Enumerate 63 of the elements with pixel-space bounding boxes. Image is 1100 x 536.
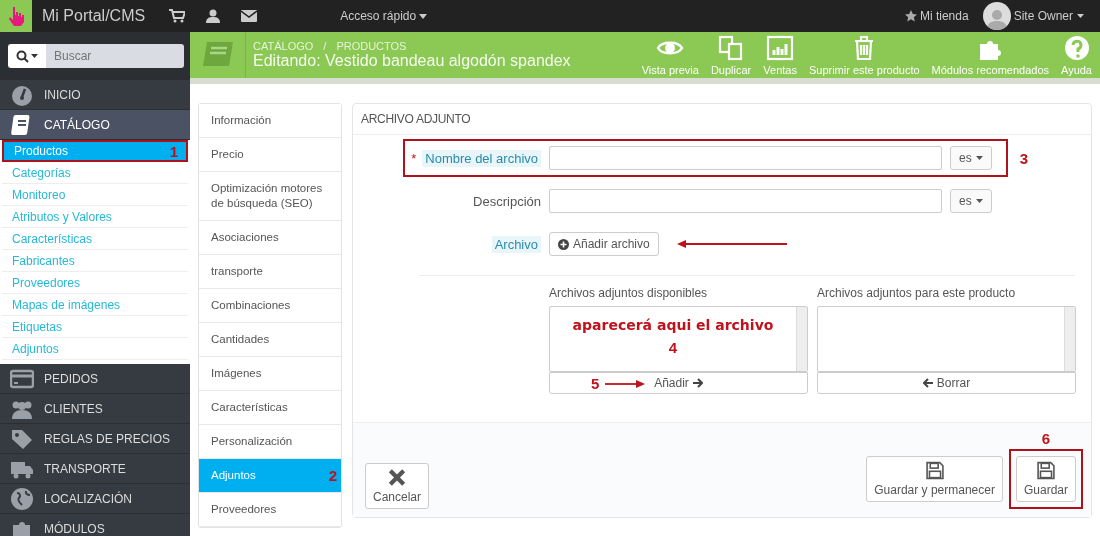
annotation-number: 3 [1019, 149, 1029, 167]
sidebar-item[interactable]: TRANSPORTE [0, 454, 190, 484]
save-button[interactable]: Guardar y permanecer [866, 456, 1003, 502]
cart-icon[interactable] [169, 9, 186, 23]
save-button[interactable]: Guardar [1015, 456, 1076, 502]
breadcrumb-separator: / [323, 40, 327, 52]
cancel-button[interactable]: Cancelar [365, 463, 430, 509]
language-dropdown[interactable]: es [950, 189, 992, 213]
hand-icon[interactable] [0, 0, 32, 32]
close-icon [387, 468, 407, 487]
required-mark: * [411, 150, 417, 166]
sidebar-item[interactable]: PEDIDOS [0, 364, 190, 394]
caret-icon [975, 199, 983, 203]
globe-icon [10, 486, 34, 511]
scrollbar[interactable] [1064, 307, 1075, 371]
user-menu[interactable]: Site Owner [1013, 9, 1084, 23]
annotation-arrow [605, 378, 646, 389]
arrow-left-icon [922, 378, 933, 388]
page-title: Editando: Vestido bandeau algodón spandex [253, 52, 572, 70]
avatar-icon[interactable] [982, 2, 1011, 30]
sidebar-item[interactable]: LOCALIZACIÓN [0, 484, 190, 514]
search-icon [16, 49, 29, 63]
envelope-icon[interactable] [241, 10, 258, 22]
remove-button[interactable]: Borrar [817, 372, 1076, 394]
shop-link[interactable]: Mi tienda [919, 9, 969, 23]
list-title: Archivos adjuntos para este producto [817, 286, 1017, 300]
field-label: Nombre del archivo [422, 149, 541, 167]
panel-title: ARCHIVO ADJUNTO [353, 104, 1091, 135]
field-label: Descripción [473, 193, 541, 209]
sidebar-item[interactable]: REGLAS DE PRECIOS [0, 424, 190, 454]
arrow-right-icon [692, 378, 703, 388]
list-title: Archivos adjuntos disponibles [549, 286, 709, 300]
text-field[interactable] [549, 189, 942, 213]
quick-access-menu[interactable]: Acceso rápido [334, 8, 434, 24]
annotation-number: 1 [169, 142, 178, 160]
bar-chart-icon [766, 34, 795, 62]
user-icon[interactable] [206, 9, 221, 23]
search-field[interactable]: Buscar [46, 44, 184, 68]
annotation-text: aparecerá aqui el archivo [572, 317, 774, 333]
brand-name: Mi Portal/CMS [42, 7, 146, 25]
annotation-number: 4 [668, 339, 678, 356]
caret-icon [419, 13, 428, 19]
tab[interactable]: Información [199, 104, 341, 138]
list-box[interactable] [817, 306, 1076, 372]
scrollbar[interactable] [796, 307, 807, 371]
caret-icon [1077, 14, 1084, 18]
field-label: Archivo [491, 235, 541, 253]
caret-icon [31, 54, 38, 58]
sidebar-item[interactable]: CLIENTES [0, 394, 190, 424]
annotation-number: 5 [591, 375, 600, 392]
caret-icon [975, 156, 983, 160]
annotation-number: 2 [328, 468, 337, 483]
annotation-number: 6 [1041, 430, 1051, 447]
add-file-button[interactable]: Añadir archivo [549, 232, 659, 256]
plus-circle-icon [558, 238, 569, 250]
search-button[interactable] [8, 44, 46, 68]
list-box[interactable]: aparecerá aqui el archivo 4 [549, 306, 808, 372]
language-dropdown[interactable]: es [950, 146, 992, 170]
sidebar-item[interactable]: CATÁLOGO [0, 110, 190, 140]
save-icon [1034, 461, 1058, 480]
sidebar-item[interactable]: MÓDULOS [0, 514, 190, 536]
text-field[interactable] [549, 146, 942, 170]
star-icon [904, 10, 917, 22]
